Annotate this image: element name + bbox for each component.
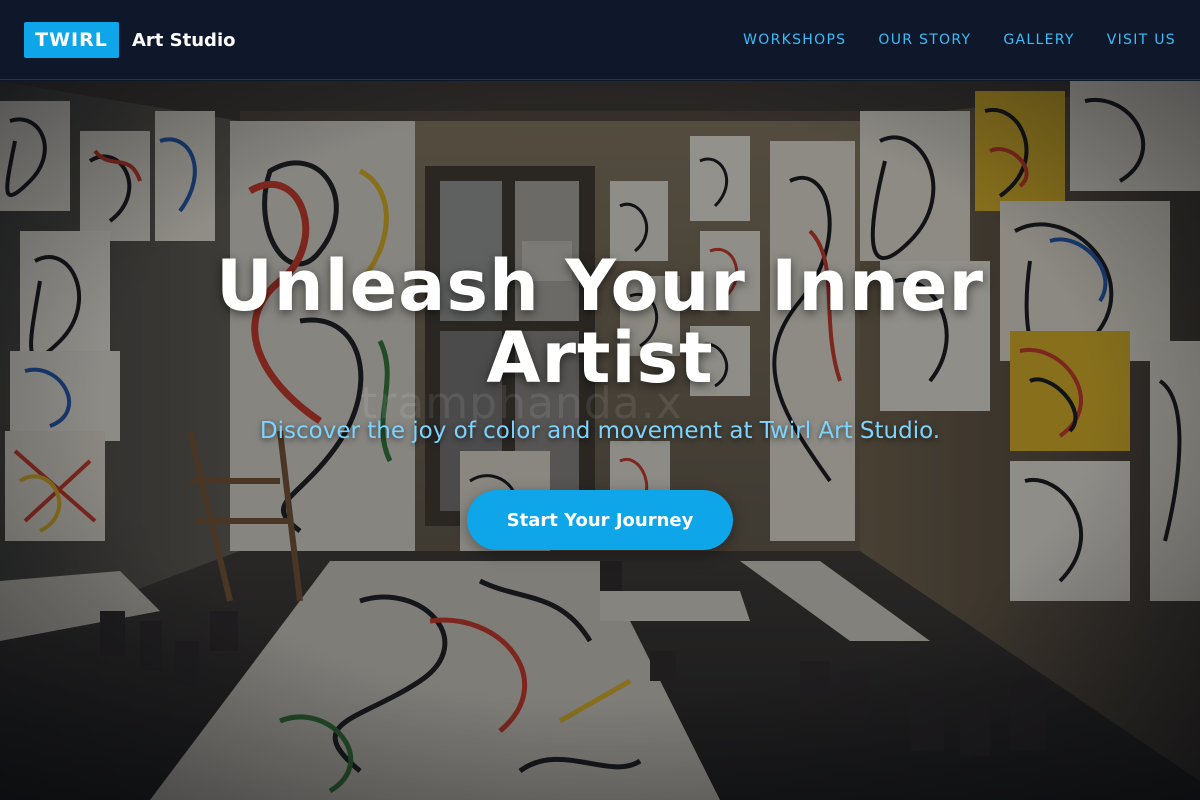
nav-link-gallery[interactable]: GALLERY: [1003, 32, 1074, 48]
logo-text[interactable]: Art Studio: [132, 30, 235, 51]
nav-link-visit-us[interactable]: VISIT US: [1107, 32, 1176, 48]
main-nav: WORKSHOPS OUR STORY GALLERY VISIT US: [711, 0, 1176, 80]
hero-title: Unleash Your Inner Artist: [215, 245, 985, 399]
nav-link-workshops[interactable]: WORKSHOPS: [743, 32, 846, 48]
hero-subtitle: Discover the joy of color and movement a…: [259, 418, 941, 444]
site-header: TWIRL Art Studio WORKSHOPS OUR STORY GAL…: [0, 0, 1200, 80]
start-journey-button[interactable]: Start Your Journey: [467, 490, 733, 550]
logo[interactable]: TWIRL Art Studio: [24, 22, 235, 58]
logo-badge[interactable]: TWIRL: [24, 22, 119, 58]
nav-link-our-story[interactable]: OUR STORY: [878, 32, 971, 48]
hero-section: tramphanda.x Unleash Your Inner Artist D…: [0, 81, 1200, 800]
